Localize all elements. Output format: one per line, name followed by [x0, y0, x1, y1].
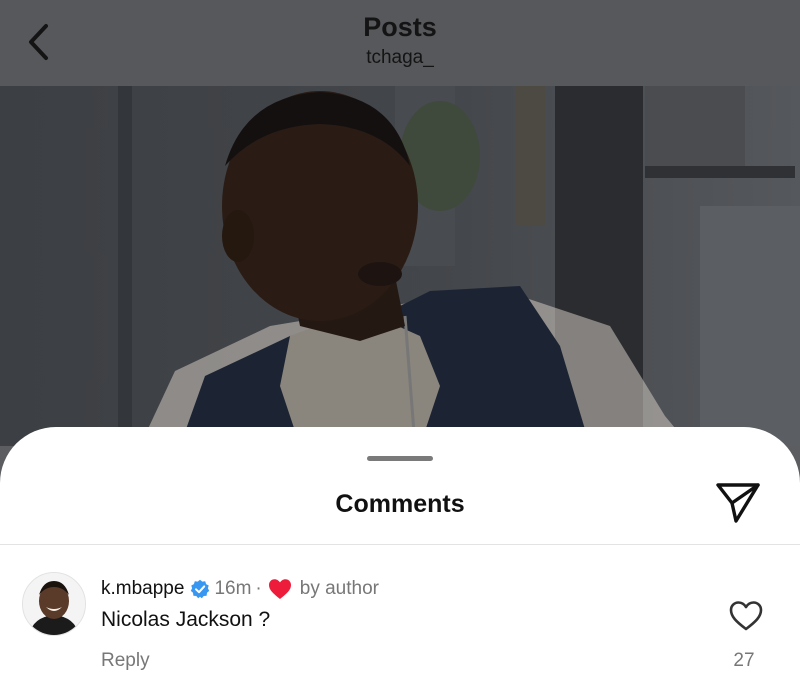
sheet-drag-handle[interactable] — [367, 456, 433, 461]
like-count: 27 — [733, 650, 755, 671]
comment-text: Nicolas Jackson ? — [101, 608, 271, 631]
top-navigation-bar: Posts tchaga_ — [0, 0, 800, 86]
page-title: Posts — [363, 12, 437, 42]
user-avatar-photo — [23, 573, 85, 635]
verified-badge-icon — [190, 579, 210, 599]
header-divider — [0, 544, 800, 545]
separator-dot: · — [255, 578, 262, 599]
liked-by-author-label: by author — [299, 578, 379, 599]
comment-timestamp: 16m — [214, 578, 252, 599]
comment-meta: k.mbappe 16m · by author — [101, 575, 379, 603]
author-liked-heart-icon — [268, 578, 292, 600]
like-comment-button[interactable] — [728, 599, 764, 633]
heart-outline-icon — [729, 601, 763, 631]
reply-button[interactable]: Reply — [101, 650, 150, 672]
comment-username[interactable]: k.mbappe — [101, 578, 184, 600]
comments-sheet: Comments k.mbappe 16m · by author Nicola… — [0, 427, 800, 690]
post-photo — [0, 86, 800, 446]
paper-plane-icon — [716, 483, 760, 523]
comments-title: Comments — [335, 490, 465, 518]
avatar[interactable] — [22, 572, 86, 636]
share-button[interactable] — [712, 479, 764, 527]
page-subtitle-username: tchaga_ — [366, 47, 434, 68]
